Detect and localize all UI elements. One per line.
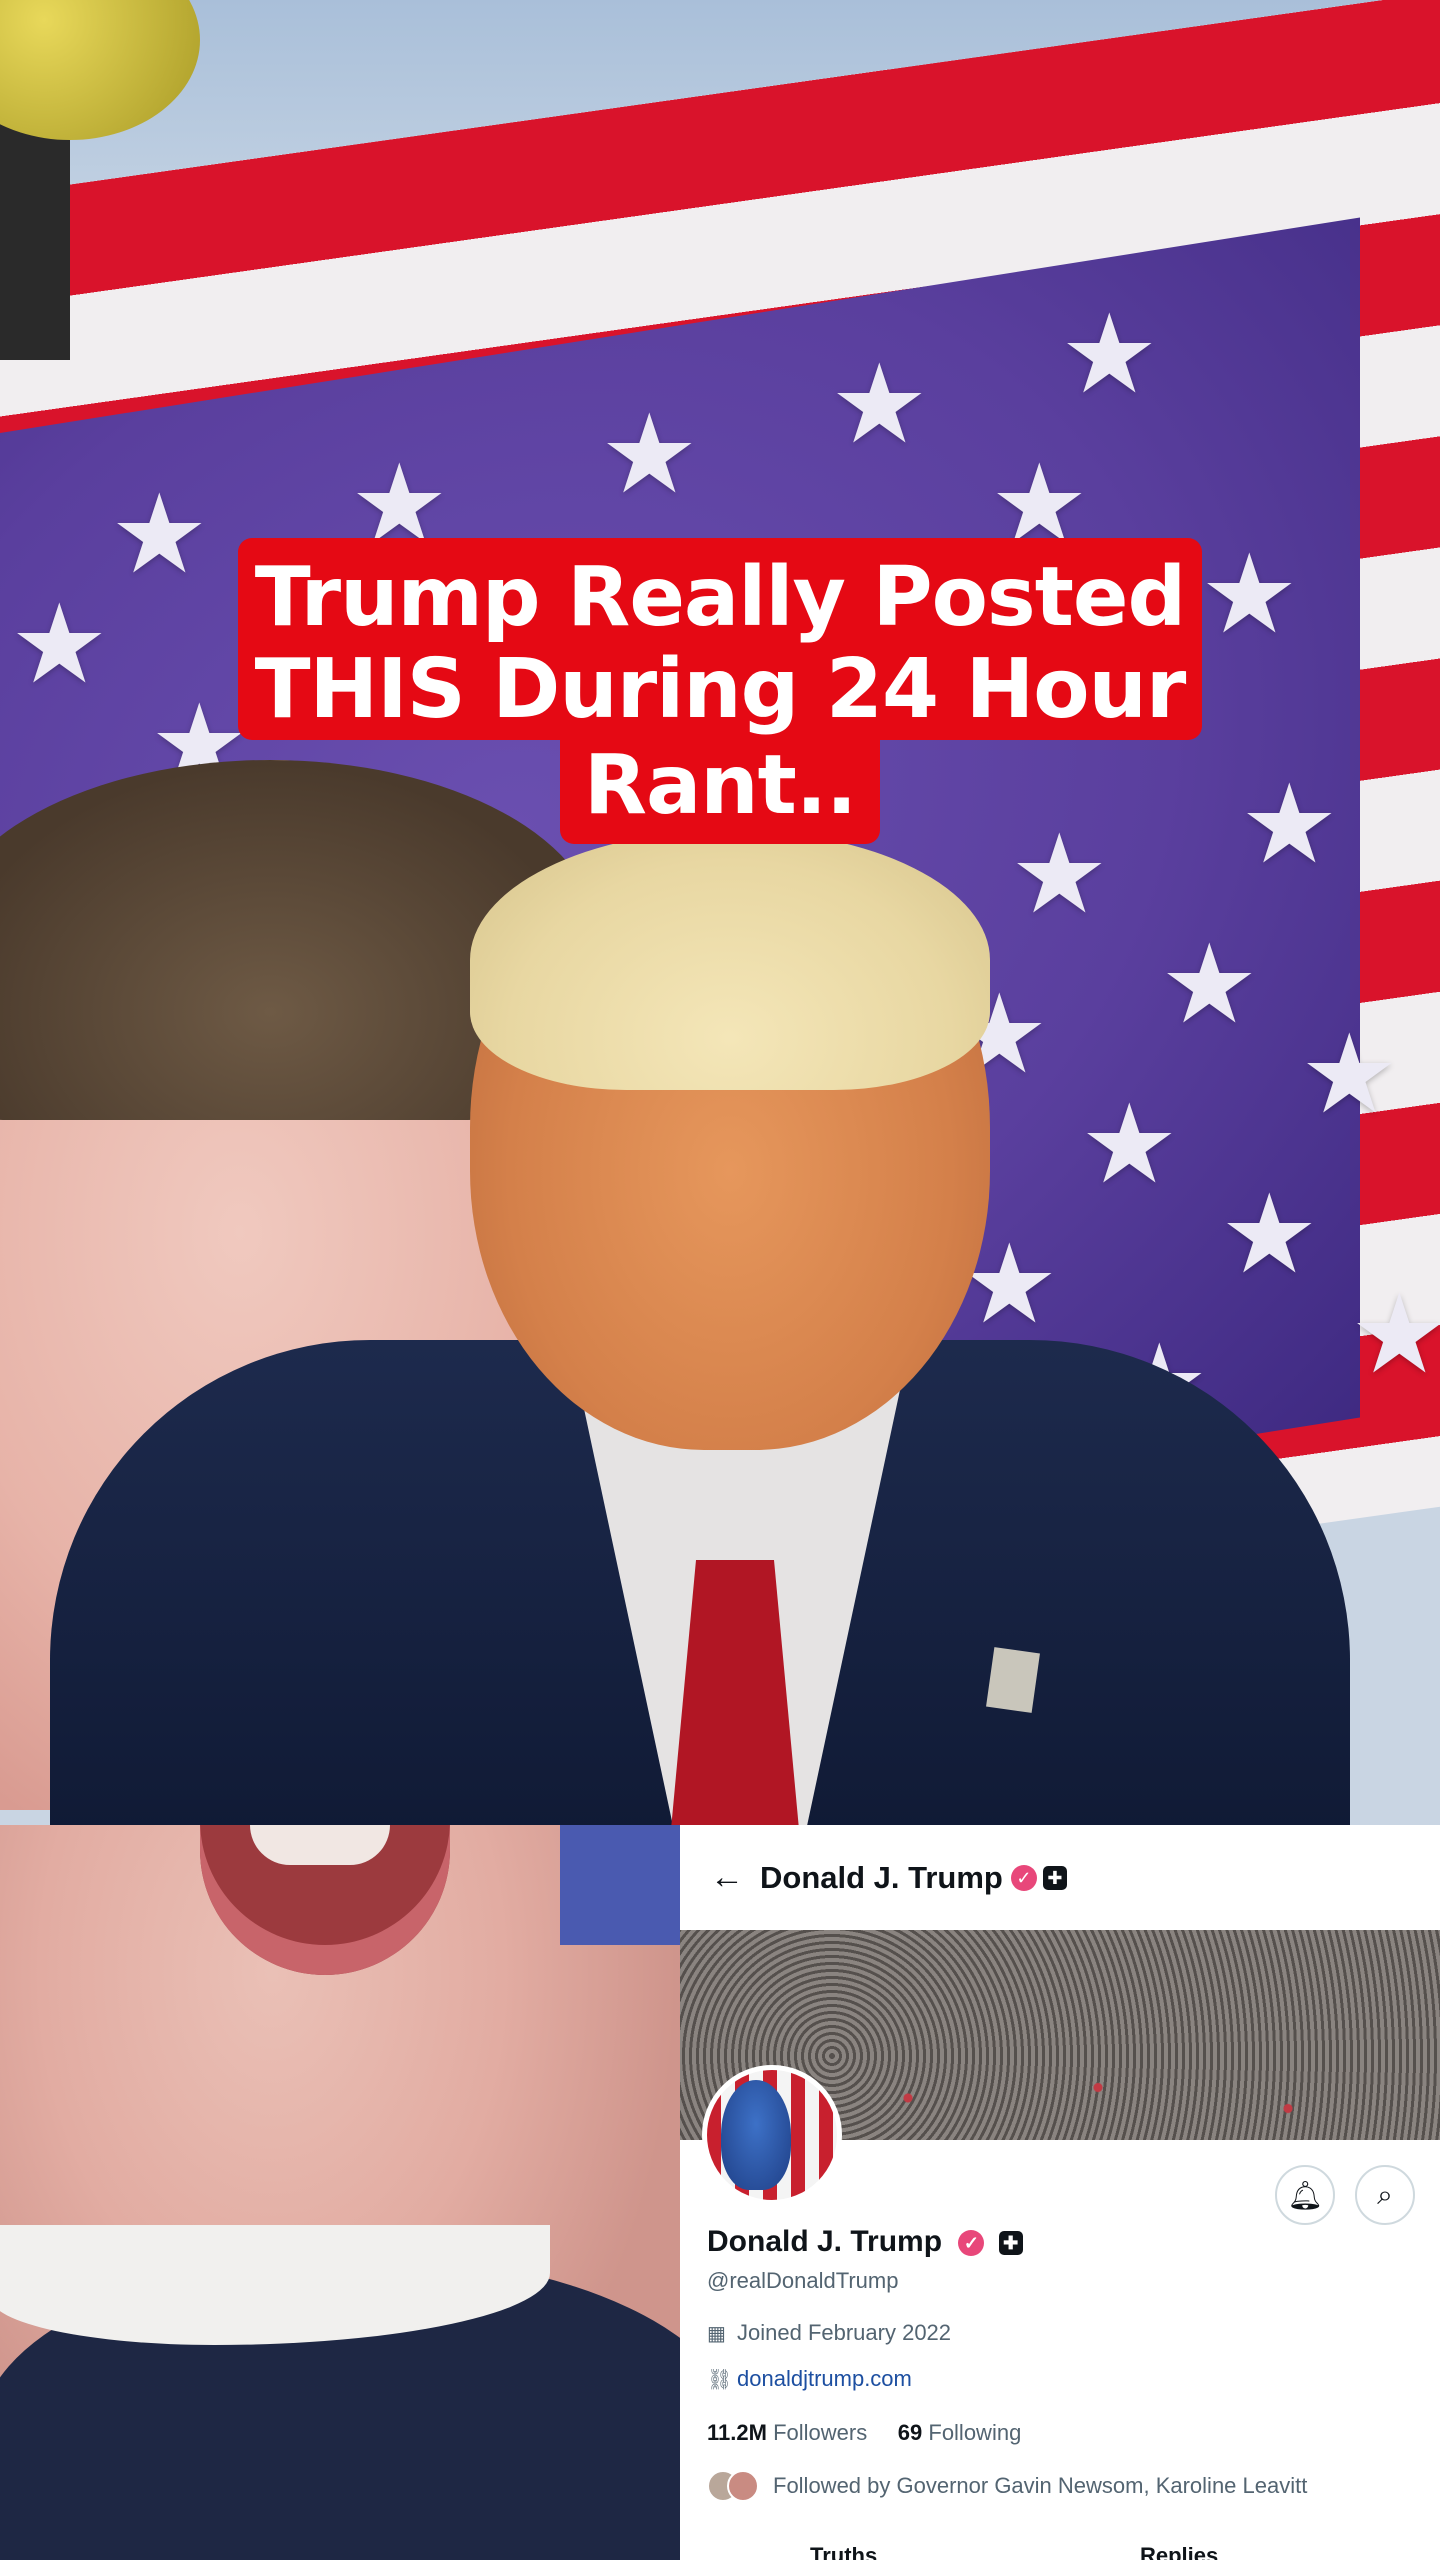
flag-star: ★ xyxy=(1200,533,1299,656)
tab-truths[interactable]: Truths xyxy=(810,2543,877,2560)
flag-star: ★ xyxy=(1350,1273,1440,1396)
followed-by[interactable]: Followed by Governor Gavin Newsom, Karol… xyxy=(707,2470,1307,2502)
avatar[interactable] xyxy=(702,2065,842,2205)
profile-screenshot: ← Donald J. Trump ✓ ✚ 🔔︎ ⌕ Donald J. Tru… xyxy=(680,1825,1440,2560)
verified-badge-icon: ✓ xyxy=(958,2230,985,2257)
flag-star: ★ xyxy=(1300,1013,1399,1136)
bell-icon[interactable]: 🔔︎ xyxy=(1275,2165,1335,2225)
flag-star: ★ xyxy=(830,343,929,466)
follower-avatars xyxy=(707,2470,763,2502)
website-link[interactable]: donaldjtrump.com xyxy=(737,2366,912,2392)
profile-topbar: ← Donald J. Trump ✓ ✚ xyxy=(680,1825,1440,1930)
lapel-pin xyxy=(986,1647,1040,1713)
flag-star: ★ xyxy=(1060,293,1159,416)
following-count[interactable]: 69 xyxy=(898,2420,922,2445)
flag-star: ★ xyxy=(1220,1173,1319,1296)
flag-star: ★ xyxy=(10,583,109,706)
flag-star: ★ xyxy=(1160,923,1259,1046)
affiliation-badge-icon: ✚ xyxy=(1042,1865,1067,1890)
profile-stats: 11.2M Followers 69 Following xyxy=(707,2420,1021,2446)
search-icon[interactable]: ⌕ xyxy=(1355,2165,1415,2225)
arrow-left-icon[interactable]: ← xyxy=(710,1858,754,1897)
profile-handle: @realDonaldTrump xyxy=(707,2268,899,2293)
subject-hair xyxy=(470,830,990,1090)
following-label[interactable]: Following xyxy=(928,2420,1021,2445)
profile-name: Donald J. Trump ✓ ✚ xyxy=(707,2225,1023,2259)
link-icon: ⛓ xyxy=(707,2368,733,2391)
headline-line-2: THIS During 24 Hour xyxy=(254,642,1187,737)
flag-star: ★ xyxy=(110,473,209,596)
flag-pole xyxy=(0,0,200,360)
followers-label[interactable]: Followers xyxy=(773,2420,867,2445)
flag-star: ★ xyxy=(1080,1083,1179,1206)
followers-count[interactable]: 11.2M xyxy=(707,2420,767,2445)
headline-block: Trump Really Posted THIS During 24 Hour xyxy=(238,538,1202,740)
affiliation-badge-icon: ✚ xyxy=(998,2231,1023,2256)
headline-line-1: Trump Really Posted xyxy=(254,550,1187,645)
background-video-frame: ★ ★ ★ ★ ★ ★ ★ ★ ★ ★ ★ ★ ★ ★ ★ ★ ★ ★ ★ xyxy=(0,0,1440,1825)
presenter-webcam xyxy=(0,1825,680,2560)
profile-website: ⛓ donaldjtrump.com xyxy=(707,2366,912,2392)
tab-replies[interactable]: Replies xyxy=(1140,2543,1218,2560)
calendar-icon: ▦ xyxy=(707,2322,726,2345)
profile-tabs: Truths Replies xyxy=(680,2543,1440,2560)
flag-star: ★ xyxy=(1240,763,1339,886)
profile-joined: ▦ Joined February 2022 xyxy=(707,2320,952,2345)
verified-badge-icon: ✓ xyxy=(1010,1864,1037,1891)
topbar-name: Donald J. Trump xyxy=(760,1859,1003,1895)
headline-line-3: Rant.. xyxy=(559,740,881,844)
flag-star: ★ xyxy=(600,393,699,516)
headline-caption: Trump Really Posted THIS During 24 Hour … xyxy=(238,538,1202,844)
